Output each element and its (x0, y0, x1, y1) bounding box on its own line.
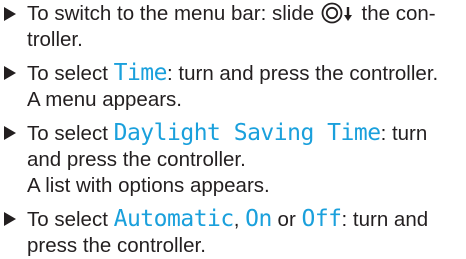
triangle-bullet-icon (4, 66, 16, 80)
step-result-text: A list with options appears. (27, 174, 270, 197)
option-off: Off (301, 206, 342, 232)
triangle-bullet-icon (4, 7, 16, 21)
step-result-text: A menu appears. (27, 88, 182, 111)
separator-text: or (271, 208, 302, 231)
instruction-list: To switch to the menu bar: slide the con… (0, 0, 466, 257)
step-select-option: To select Automatic, On or Off: turn and… (0, 206, 466, 259)
step-select-daylight-saving: To select Daylight Saving Time: turn and… (0, 120, 466, 199)
step-select-time: To select Time: turn and press the contr… (0, 60, 466, 113)
option-on: On (245, 206, 272, 232)
menu-item-daylight-saving-time: Daylight Saving Time (113, 120, 381, 146)
step-text-post: : turn and press the controller. (167, 62, 439, 85)
controller-slide-down-icon (321, 2, 352, 24)
triangle-bullet-icon (4, 212, 16, 226)
menu-item-time: Time (113, 60, 168, 86)
step-text-pre: To select (27, 122, 114, 145)
step-text-pre: To select (27, 62, 114, 85)
step-text-pre: To select (27, 208, 114, 231)
separator-text: , (233, 208, 246, 231)
option-automatic: Automatic (113, 206, 235, 232)
step-text-pre: To switch to the menu bar: slide (27, 2, 320, 25)
step-switch-menu-bar: To switch to the menu bar: slide the con… (0, 1, 466, 53)
triangle-bullet-icon (4, 126, 16, 140)
